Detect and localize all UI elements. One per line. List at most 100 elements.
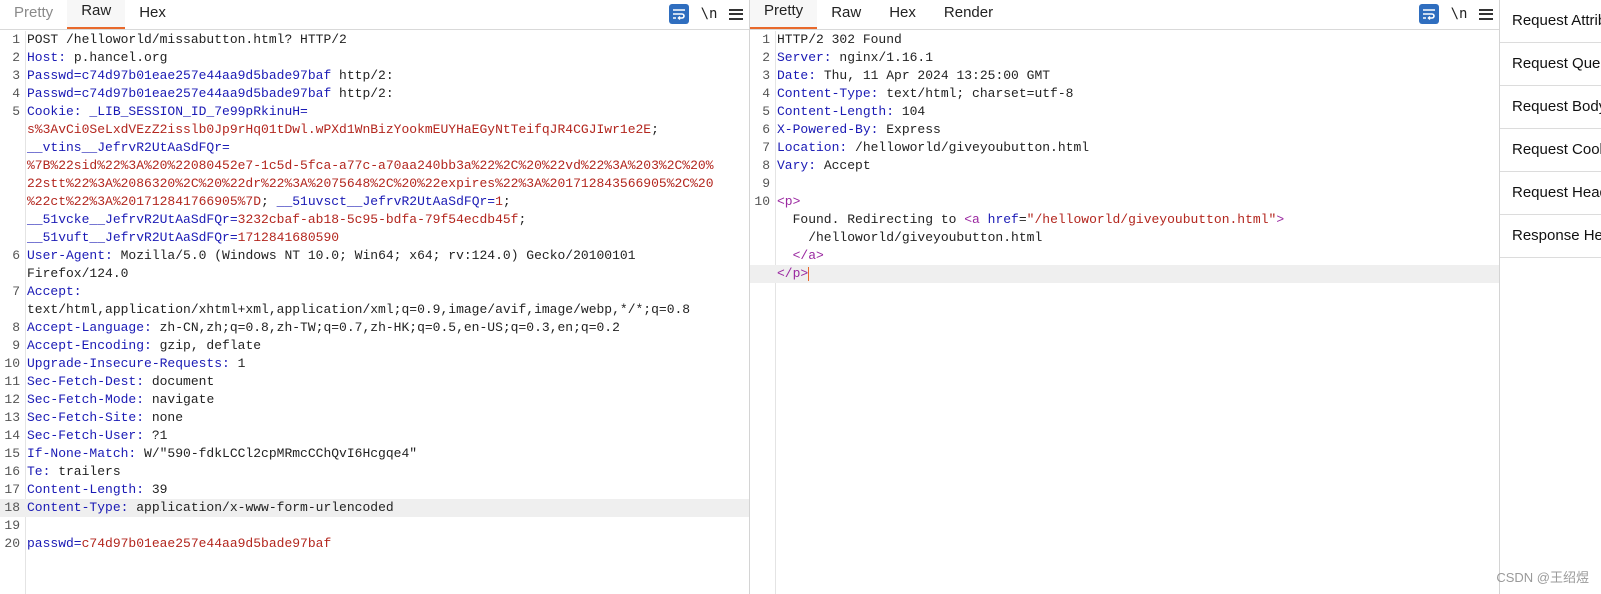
line-text: If-None-Match: W/"590-fdkLCCl2cpMRmcCChQ…	[27, 446, 418, 461]
line-number: 20	[4, 536, 20, 551]
line-text: Host: p.hancel.org	[27, 50, 168, 65]
line-number: 17	[4, 482, 20, 497]
line-number: 5	[762, 104, 770, 119]
line-text: Sec-Fetch-User: ?1	[27, 428, 168, 443]
show-newlines-button[interactable]: \n	[699, 6, 719, 22]
tab-raw[interactable]: Raw	[67, 0, 126, 29]
inspector-item-request-cookies[interactable]: Request Cookies	[1500, 129, 1601, 172]
request-pane: Pretty Raw Hex \n 1 POST /helloworld/miss…	[0, 0, 750, 594]
tab-pretty[interactable]: Pretty	[750, 0, 818, 29]
code-line: 8 Vary: Accept	[750, 157, 1499, 175]
code-line: 9 Accept-Encoding: gzip, deflate	[0, 337, 749, 355]
line-number: 8	[762, 158, 770, 173]
tab-raw[interactable]: Raw	[817, 2, 875, 29]
line-number: 16	[4, 464, 20, 479]
code-line: 13 Sec-Fetch-Site: none	[0, 409, 749, 427]
menu-icon[interactable]	[729, 8, 743, 20]
response-editor[interactable]: 1 HTTP/2 302 Found 2 Server: nginx/1.16.1 3 D…	[750, 31, 1499, 594]
line-text: __vtins__JefrvR2UtAaSdFQr=	[27, 140, 230, 155]
inspector-item-request-headers[interactable]: Request Headers	[1500, 172, 1601, 215]
inspector-item-response-headers[interactable]: Response Headers	[1500, 215, 1601, 258]
code-line: 19	[0, 517, 749, 535]
line-number: 14	[4, 428, 20, 443]
code-line: text/html,application/xhtml+xml,applicat…	[0, 301, 749, 319]
line-text: text/html,application/xhtml+xml,applicat…	[27, 302, 691, 317]
tab-pretty[interactable]: Pretty	[0, 2, 67, 29]
line-number: 19	[4, 518, 20, 533]
code-line: %7B%22sid%22%3A%20%22080452e7-1c5d-5fca-…	[0, 157, 749, 175]
wrap-lines-icon[interactable]	[669, 4, 689, 24]
line-text: __51vcke__JefrvR2UtAaSdFQr=3232cbaf-ab18…	[27, 212, 527, 227]
code-line: 16 Te: trailers	[0, 463, 749, 481]
code-line: 3 Date: Thu, 11 Apr 2024 13:25:00 GMT	[750, 67, 1499, 85]
line-text: Upgrade-Insecure-Requests: 1	[27, 356, 246, 371]
line-text: HTTP/2 302 Found	[777, 32, 902, 47]
tab-render[interactable]: Render	[930, 2, 1007, 29]
line-text: s%3AvCi0SeLxdVEzZ2isslb0Jp9rHq01tDwl.wPX…	[27, 122, 659, 137]
line-number: 11	[4, 374, 20, 389]
code-line: 4 Content-Type: text/html; charset=utf-8	[750, 85, 1499, 103]
line-number: 8	[12, 320, 20, 335]
line-text: Content-Length: 104	[777, 104, 926, 119]
line-number: 6	[762, 122, 770, 137]
request-editor[interactable]: 1 POST /helloworld/missabutton.html? HTTP…	[0, 31, 749, 594]
line-number: 3	[762, 68, 770, 83]
tab-hex[interactable]: Hex	[125, 2, 180, 29]
line-number: 13	[4, 410, 20, 425]
line-number: 6	[12, 248, 20, 263]
code-line: </a>	[750, 247, 1499, 265]
code-line: s%3AvCi0SeLxdVEzZ2isslb0Jp9rHq01tDwl.wPX…	[0, 121, 749, 139]
line-number: 15	[4, 446, 20, 461]
line-text: <p>	[777, 194, 801, 209]
line-text: Cookie: _LIB_SESSION_ID_7e99pRkinuH=	[27, 104, 308, 119]
line-text: Content-Type: text/html; charset=utf-8	[777, 86, 1074, 101]
line-text: %22ct%22%3A%201712841766905%7D; __51uvsc…	[27, 194, 511, 209]
code-line: 22stt%22%3A%2086320%2C%20%22dr%22%3A%207…	[0, 175, 749, 193]
line-text: passwd=c74d97b01eae257e44aa9d5bade97baf	[27, 536, 332, 551]
line-number: 9	[762, 176, 770, 191]
code-line: 7 Accept:	[0, 283, 749, 301]
inspector-item-request-query-parameters[interactable]: Request Query Parameters	[1500, 43, 1601, 86]
tab-hex[interactable]: Hex	[875, 2, 930, 29]
code-line: 6 User-Agent: Mozilla/5.0 (Windows NT 10.…	[0, 247, 749, 265]
code-line: 10 <p>	[750, 193, 1499, 211]
code-line: 5 Cookie: _LIB_SESSION_ID_7e99pRkinuH=	[0, 103, 749, 121]
inspector-item-request-attributes[interactable]: Request Attributes	[1500, 0, 1601, 43]
line-text: Date: Thu, 11 Apr 2024 13:25:00 GMT	[777, 68, 1051, 83]
code-line: 3 Passwd=c74d97b01eae257e44aa9d5bade97baf…	[0, 67, 749, 85]
code-line: 14 Sec-Fetch-User: ?1	[0, 427, 749, 445]
line-number: 12	[4, 392, 20, 407]
response-pane: Pretty Raw Hex Render \n 1 HTTP/2 302 Fou…	[750, 0, 1500, 594]
line-text: </p>	[777, 266, 810, 281]
line-number: 9	[12, 338, 20, 353]
line-text: Sec-Fetch-Site: none	[27, 410, 184, 425]
code-line: 2 Server: nginx/1.16.1	[750, 49, 1499, 67]
menu-icon[interactable]	[1479, 8, 1493, 20]
request-toolbar: \n	[669, 4, 743, 24]
request-tabbar: Pretty Raw Hex \n	[0, 0, 749, 30]
line-text: X-Powered-By: Express	[777, 122, 941, 137]
line-number: 1	[762, 32, 770, 47]
line-text: Passwd=c74d97b01eae257e44aa9d5bade97baf …	[27, 86, 394, 101]
code-line: 9	[750, 175, 1499, 193]
code-line: 2 Host: p.hancel.org	[0, 49, 749, 67]
wrap-lines-icon[interactable]	[1419, 4, 1439, 24]
inspector-item-request-body-parameters[interactable]: Request Body Parameters	[1500, 86, 1601, 129]
code-line: __51vcke__JefrvR2UtAaSdFQr=3232cbaf-ab18…	[0, 211, 749, 229]
response-tabbar: Pretty Raw Hex Render \n	[750, 0, 1499, 30]
line-text: Location: /helloworld/giveyoubutton.html	[777, 140, 1090, 155]
code-line: 17 Content-Length: 39	[0, 481, 749, 499]
text-cursor	[808, 266, 810, 281]
code-line: __vtins__JefrvR2UtAaSdFQr=	[0, 139, 749, 157]
code-line: %22ct%22%3A%201712841766905%7D; __51uvsc…	[0, 193, 749, 211]
line-text: User-Agent: Mozilla/5.0 (Windows NT 10.0…	[27, 248, 636, 263]
line-text: Content-Length: 39	[27, 482, 168, 497]
show-newlines-button[interactable]: \n	[1449, 6, 1469, 22]
code-line: __51vuft__JefrvR2UtAaSdFQr=1712841680590	[0, 229, 749, 247]
code-line: 8 Accept-Language: zh-CN,zh;q=0.8,zh-TW;q…	[0, 319, 749, 337]
line-text: Server: nginx/1.16.1	[777, 50, 934, 65]
line-text: 22stt%22%3A%2086320%2C%20%22dr%22%3A%207…	[27, 176, 714, 191]
code-line: Found. Redirecting to <a href="/hellowor…	[750, 211, 1499, 229]
code-line: 20 passwd=c74d97b01eae257e44aa9d5bade97ba…	[0, 535, 749, 553]
code-line: 18 Content-Type: application/x-www-form-u…	[0, 499, 749, 517]
